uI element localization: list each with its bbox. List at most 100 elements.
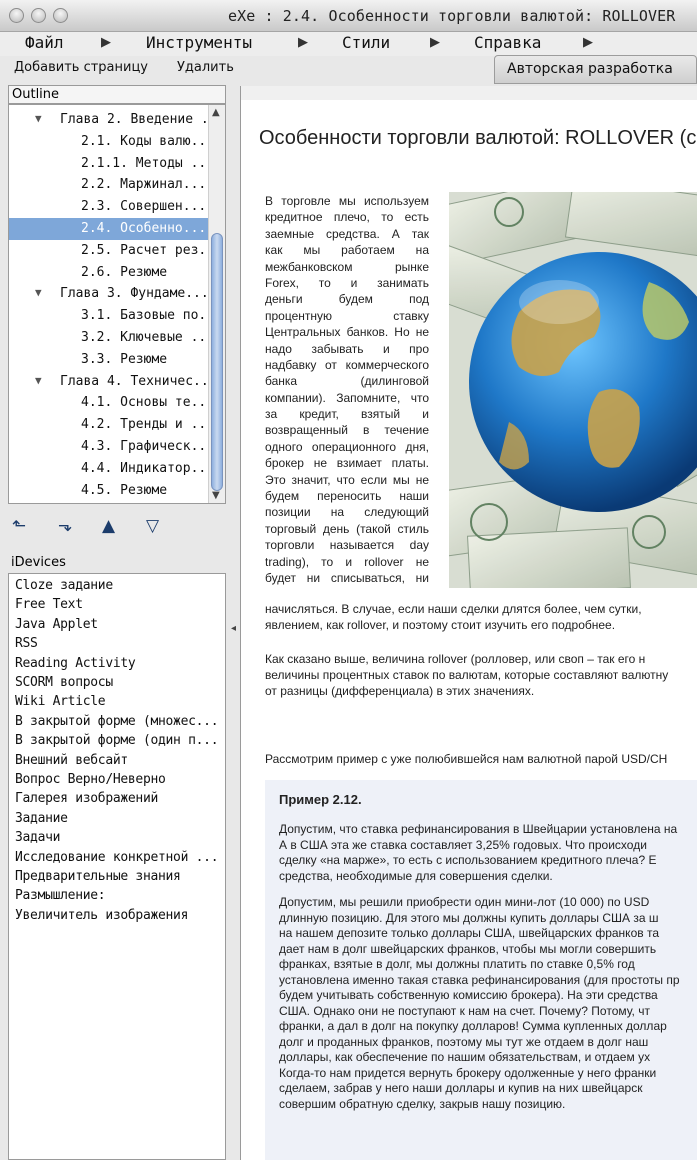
document-top-strip bbox=[241, 86, 697, 100]
idevice-item[interactable]: Cloze задание bbox=[15, 578, 113, 593]
add-page-button[interactable]: Добавить страницу bbox=[14, 60, 148, 75]
outline-node-label: 2.2. Маржинал... bbox=[81, 177, 207, 193]
text-line: явлением, как rollover, и поэтому стоит … bbox=[265, 618, 616, 632]
outline-page-node[interactable]: 2.1.1. Методы ... bbox=[9, 153, 214, 175]
text-line: дает нам в долг швейцарских франков, что… bbox=[279, 941, 657, 956]
outline-page-node[interactable]: 2.4. Особенно... bbox=[9, 218, 209, 240]
idevice-item[interactable]: Java Applet bbox=[15, 617, 98, 632]
outline-node-label: 4.2. Тренды и ... bbox=[81, 417, 215, 433]
idevice-item[interactable]: В закрытой форме (один п... bbox=[15, 733, 219, 748]
idevice-item[interactable]: Задачи bbox=[15, 830, 60, 845]
outline-scrollbar[interactable]: ▲ ▼ bbox=[208, 105, 225, 503]
window-title: eXe : 2.4. Особенности торговли валютой:… bbox=[228, 7, 676, 25]
delete-page-button[interactable]: Удалить bbox=[177, 60, 234, 75]
outline-page-node[interactable]: 4.3. Графическ... bbox=[9, 436, 214, 458]
idevice-item[interactable]: SCORM вопросы bbox=[15, 675, 113, 690]
outline-chapter-node[interactable]: ▼ Глава 3. Фундаме... bbox=[9, 283, 209, 305]
zoom-window-button[interactable] bbox=[53, 8, 68, 23]
text-line: США. Однако они не поступают к нам на сч… bbox=[279, 1003, 650, 1018]
scroll-down-arrow-icon[interactable]: ▼ bbox=[212, 490, 220, 501]
scroll-up-arrow-icon[interactable]: ▲ bbox=[212, 107, 220, 118]
outline-scroll-thumb[interactable] bbox=[211, 233, 223, 491]
outline-page-node[interactable]: 4.1. Основы те... bbox=[9, 392, 214, 414]
outline-tree[interactable]: ▼ Глава 2. Введение ... 2.1. Коды валю... 2… bbox=[8, 104, 226, 504]
expand-arrow-icon[interactable]: ▼ bbox=[35, 286, 42, 299]
menu-tools[interactable]: Инструменты bbox=[146, 33, 252, 52]
idevice-item[interactable]: Увеличитель изображения bbox=[15, 908, 188, 923]
idevice-item[interactable]: Внешний вебсайт bbox=[15, 753, 128, 768]
outline-node-label: 2.3. Совершен... bbox=[81, 199, 207, 215]
text-line: trading), то и rollover не bbox=[265, 554, 429, 569]
idevices-list: Cloze задание Free Text Java Applet RSS Read… bbox=[8, 573, 226, 1160]
outline-page-node[interactable]: 2.2. Маржинал... bbox=[9, 174, 209, 196]
outline-node-label: Глава 3. Фундаме... bbox=[60, 286, 209, 302]
expand-arrow-icon[interactable]: ▼ bbox=[35, 112, 42, 125]
menu-bar: Файл ▶ Инструменты ▶ Стили ▶ Справка ▶ bbox=[0, 32, 697, 56]
outline-page-node[interactable]: 3.2. Ключевые ... bbox=[9, 327, 214, 349]
text-line: начисляться. В случае, если наши сделки … bbox=[265, 602, 642, 616]
outline-page-node[interactable]: 3.1. Базовые по... bbox=[9, 305, 222, 327]
document-preview: Особенности торговли валютой: ROLLOVER (… bbox=[240, 86, 697, 1160]
expand-arrow-icon[interactable]: ▼ bbox=[35, 374, 42, 387]
promote-node-icon[interactable]: ⬑ bbox=[12, 516, 26, 536]
text-line: будем переносить наши bbox=[265, 489, 429, 504]
menu-styles[interactable]: Стили bbox=[342, 33, 390, 52]
outline-chapter-node[interactable]: ▼ Глава 2. Введение ... bbox=[9, 109, 224, 131]
outline-node-label: 2.1. Коды валю... bbox=[81, 133, 215, 149]
text-line: компании). Запомните, что bbox=[265, 390, 429, 405]
idevice-item[interactable]: Размышление: bbox=[15, 888, 106, 903]
minimize-window-button[interactable] bbox=[31, 8, 46, 23]
outline-page-node[interactable]: 2.5. Расчет рез... bbox=[9, 240, 222, 262]
text-line: торговый день (такой стиль bbox=[265, 521, 429, 536]
window-title-bar: eXe : 2.4. Особенности торговли валютой:… bbox=[0, 0, 697, 32]
idevice-item[interactable]: Галерея изображений bbox=[15, 791, 158, 806]
idevice-item[interactable]: Исследование конкретной ... bbox=[15, 850, 219, 865]
menu-help[interactable]: Справка bbox=[474, 33, 541, 52]
idevice-item[interactable]: В закрытой форме (множес... bbox=[15, 714, 219, 729]
outline-node-label: 4.1. Основы те... bbox=[81, 395, 215, 411]
text-line: Когда-то нам придется вернуть брокеру од… bbox=[279, 1065, 657, 1080]
example-title: Пример 2.12. bbox=[279, 792, 362, 807]
outline-node-label: 2.1.1. Методы ... bbox=[81, 155, 215, 171]
text-line: от разницы (дифференциала) в этих значен… bbox=[265, 684, 535, 698]
outline-node-label: 4.3. Графическ... bbox=[81, 439, 215, 454]
outline-page-node[interactable]: 4.2. Тренды и ... bbox=[9, 414, 214, 436]
idevice-item[interactable]: RSS bbox=[15, 636, 38, 651]
outline-page-node[interactable]: 2.6. Резюме bbox=[9, 262, 209, 284]
move-up-icon[interactable]: ▲ bbox=[102, 516, 115, 536]
text-line: брокер не взимает платы. bbox=[265, 456, 429, 471]
menu-file[interactable]: Файл bbox=[25, 33, 64, 52]
text-line: возвращенный в течение bbox=[265, 423, 429, 438]
outline-node-label: 2.5. Расчет рез... bbox=[81, 242, 222, 258]
outline-page-node[interactable]: 2.3. Совершен... bbox=[9, 196, 209, 218]
text-line: надбавку от коммерческого bbox=[265, 357, 429, 372]
idevice-item[interactable]: Free Text bbox=[15, 597, 83, 612]
splitter-handle[interactable]: ◂ bbox=[231, 623, 236, 634]
text-line: Как сказано выше, величина rollover (рол… bbox=[265, 652, 646, 666]
text-line: доллары, как обеспечение по нашим обязат… bbox=[279, 1050, 651, 1064]
idevice-item[interactable]: Вопрос Верно/Неверно bbox=[15, 772, 166, 787]
text-line: Это значит, что если мы не bbox=[265, 472, 429, 487]
menu-help-arrow-icon: ▶ bbox=[583, 35, 593, 50]
idevice-item[interactable]: Wiki Article bbox=[15, 694, 106, 709]
move-down-icon[interactable]: ▽ bbox=[146, 516, 159, 536]
paragraph-example-intro: Рассмотрим пример с уже полюбившейся нам… bbox=[265, 752, 697, 768]
idevice-item[interactable]: Reading Activity bbox=[15, 656, 136, 671]
outline-chapter-node[interactable]: ▼ Глава 4. Техничес... bbox=[9, 371, 217, 393]
idevices-header: iDevices bbox=[11, 555, 66, 570]
text-line: деньги будем под bbox=[265, 292, 429, 307]
outline-page-node[interactable]: 2.1. Коды валю... bbox=[9, 131, 214, 153]
text-line: средства, необходимые для совершения сде… bbox=[279, 868, 553, 883]
outline-page-node[interactable]: 4.5. Резюме bbox=[9, 480, 209, 502]
outline-page-node[interactable]: 4.4. Индикатор... bbox=[9, 458, 214, 480]
close-window-button[interactable] bbox=[9, 8, 24, 23]
tab-authoring[interactable]: Авторская разработка bbox=[494, 55, 697, 84]
text-line: установлена именно такая ставка рефинанс… bbox=[279, 972, 680, 987]
demote-node-icon[interactable]: ⬎ bbox=[58, 516, 72, 536]
text-line: Forex, то и занимать bbox=[265, 275, 429, 290]
outline-page-node[interactable]: 3.3. Резюме bbox=[9, 349, 209, 371]
idevice-item[interactable]: Задание bbox=[15, 811, 68, 826]
text-line: будет ни списываться, ни bbox=[265, 570, 429, 585]
idevice-item[interactable]: Предварительные знания bbox=[15, 869, 181, 884]
text-line: банка (дилинговой bbox=[265, 374, 429, 389]
